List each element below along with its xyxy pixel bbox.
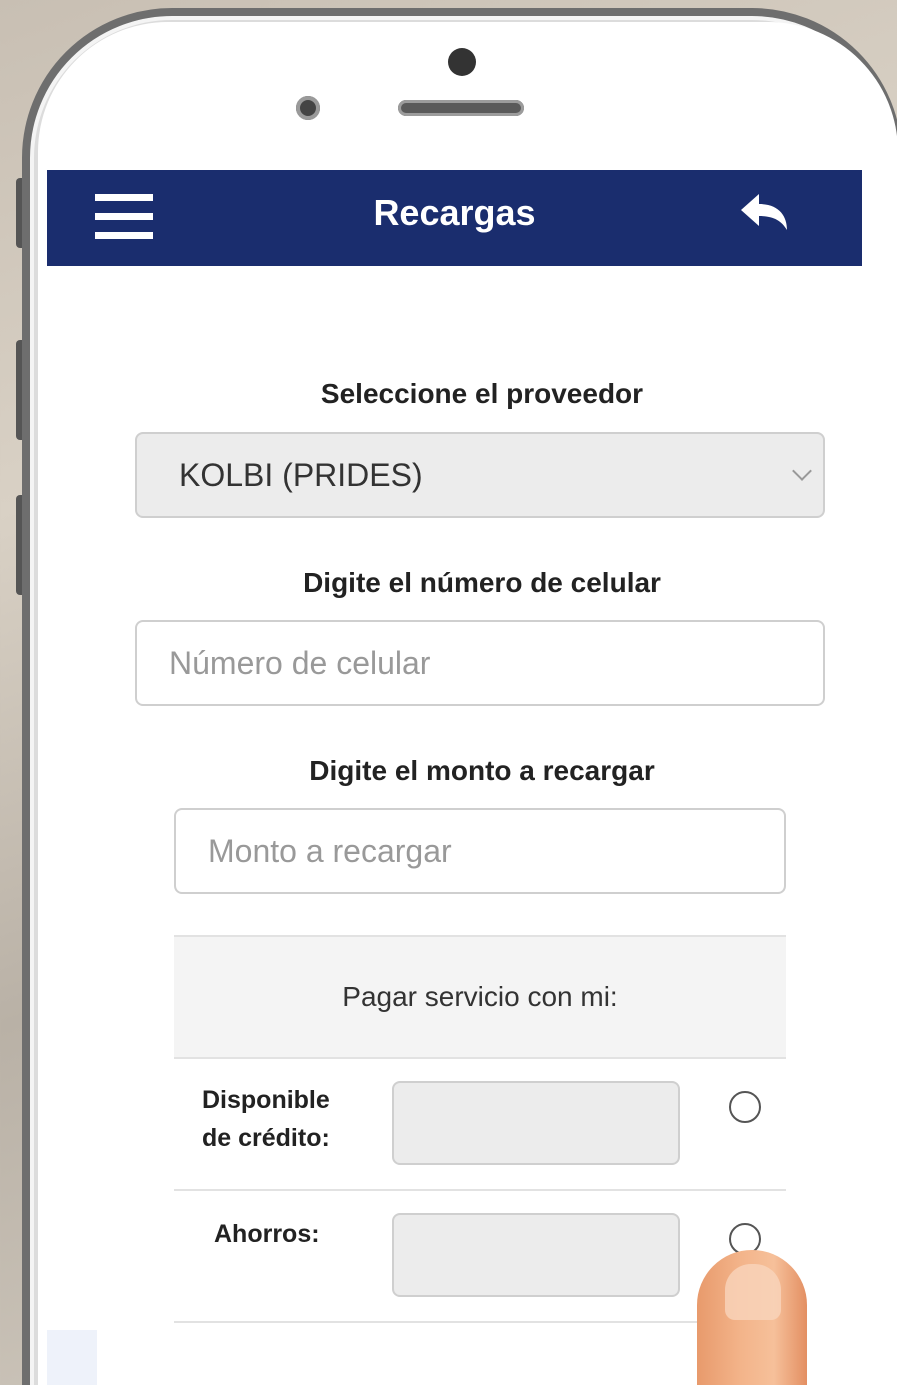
credit-radio-button[interactable] <box>729 1091 761 1123</box>
savings-balance-field <box>392 1213 680 1297</box>
tapping-finger-illustration <box>697 1250 807 1385</box>
payment-option-credit: Disponible de crédito: <box>174 1059 786 1191</box>
phone-number-input[interactable]: Número de celular <box>135 620 825 706</box>
app-screen: Recargas Seleccione el proveedor KOLBI (… <box>47 170 862 1385</box>
fingernail <box>725 1264 781 1320</box>
amount-placeholder: Monto a recargar <box>208 832 452 869</box>
bottom-stub <box>47 1330 97 1385</box>
front-camera <box>448 48 476 76</box>
payment-option-savings: Ahorros: <box>174 1191 786 1323</box>
reply-arrow-icon[interactable] <box>737 190 793 236</box>
chevron-down-icon <box>792 461 812 481</box>
credit-balance-field <box>392 1081 680 1165</box>
amount-input[interactable]: Monto a recargar <box>174 808 786 894</box>
proximity-sensor <box>296 96 320 120</box>
amount-label: Digite el monto a recargar <box>309 755 655 786</box>
provider-selected-value: KOLBI (PRIDES) <box>179 456 423 493</box>
savings-label: Ahorros: <box>214 1220 320 1248</box>
phone-number-placeholder: Número de celular <box>169 644 431 681</box>
credit-label-line2: de crédito: <box>202 1124 330 1152</box>
provider-label: Seleccione el proveedor <box>320 378 644 409</box>
credit-label-line1: Disponible <box>202 1086 330 1114</box>
credit-label: Disponible de crédito: <box>202 1081 330 1157</box>
top-bar: Recargas <box>47 170 862 266</box>
earpiece-speaker <box>398 100 524 116</box>
phone-label: Digite el número de celular <box>303 567 661 598</box>
payment-header: Pagar servicio con mi: <box>174 935 786 1059</box>
provider-select[interactable]: KOLBI (PRIDES) <box>135 432 825 518</box>
